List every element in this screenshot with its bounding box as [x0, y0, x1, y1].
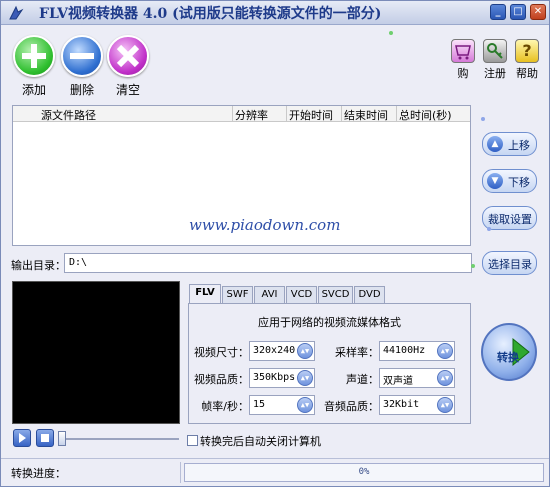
- dropdown-arrow-icon: ▲▼: [437, 370, 453, 386]
- add-label: 添加: [21, 83, 46, 97]
- file-list[interactable]: 源文件路径 分辨率 开始时间 结束时间 总时间(秒) www.piaodown.…: [12, 105, 471, 246]
- sparkle-decoration: [481, 117, 485, 121]
- video-preview: [12, 281, 180, 424]
- video-quality-value: 350Kbps: [253, 372, 296, 383]
- help-icon: ?: [515, 39, 539, 63]
- watermark-text: www.piaodown.com: [189, 216, 341, 234]
- video-quality-select[interactable]: 350Kbps ▲▼: [249, 368, 315, 388]
- cart-icon: [451, 39, 475, 63]
- app-logo-icon: [9, 5, 24, 20]
- dropdown-arrow-icon: ▲▼: [297, 370, 313, 386]
- fps-select[interactable]: 15 ▲▼: [249, 395, 315, 415]
- audio-quality-value: 32Kbit: [383, 399, 420, 410]
- video-size-label: 视频尺寸：: [194, 346, 249, 359]
- dropdown-arrow-icon: ▲▼: [437, 397, 453, 413]
- register-button[interactable]: 注册: [482, 39, 508, 81]
- sparkle-decoration: [389, 31, 393, 35]
- progress-bar: 0%: [184, 463, 544, 482]
- dropdown-arrow-icon: ▲▼: [437, 343, 453, 359]
- maximize-button[interactable]: □: [510, 4, 526, 20]
- format-description: 应用于网络的视频流媒体格式: [258, 316, 401, 329]
- x-icon: [107, 35, 149, 77]
- register-label: 注册: [484, 67, 506, 80]
- minimize-button[interactable]: _: [490, 4, 506, 20]
- dropdown-arrow-icon: ▲▼: [297, 397, 313, 413]
- stop-icon: [41, 434, 49, 442]
- column-header[interactable]: 结束时间: [344, 107, 388, 123]
- progress-label: 转换进度：: [11, 467, 66, 480]
- output-dir-label: 输出目录：: [11, 259, 66, 272]
- convert-button[interactable]: 转换: [481, 323, 537, 385]
- move-up-button[interactable]: ▲ 上移: [482, 132, 537, 156]
- clear-button[interactable]: 清空: [107, 35, 149, 98]
- delete-label: 删除: [69, 83, 94, 97]
- settings-panel: 应用于网络的视频流媒体格式 视频尺寸： 320x240 ▲▼ 视频品质： 350…: [188, 303, 471, 424]
- main-window: FLV视频转换器 4.0 (试用版只能转换源文件的一部分) _ □ ✕ 添加 删…: [0, 0, 550, 487]
- tab-vcd[interactable]: VCD: [286, 286, 317, 303]
- buy-label: 购: [457, 67, 469, 80]
- tab-flv[interactable]: FLV: [189, 284, 221, 303]
- status-divider: [180, 462, 181, 483]
- tab-avi[interactable]: AVI: [254, 286, 285, 303]
- sparkle-decoration: [471, 264, 475, 268]
- buy-button[interactable]: 购: [450, 39, 476, 81]
- choose-directory-button[interactable]: 选择目录: [482, 251, 537, 275]
- play-icon: [19, 433, 26, 443]
- help-label: 帮助: [516, 67, 538, 80]
- file-list-header: 源文件路径 分辨率 开始时间 结束时间 总时间(秒): [13, 106, 470, 122]
- sparkle-decoration: [487, 227, 491, 231]
- auto-shutdown-label[interactable]: 转换完后自动关闭计算机: [200, 433, 321, 449]
- progress-percent: 0%: [358, 467, 370, 477]
- channel-select[interactable]: 双声道 ▲▼: [379, 368, 455, 388]
- convert-label: 转换: [497, 351, 519, 364]
- seek-thumb[interactable]: [58, 431, 66, 446]
- tab-svcd[interactable]: SVCD: [318, 286, 353, 303]
- minus-icon: [61, 35, 103, 77]
- plus-icon: [13, 35, 55, 77]
- double-up-icon: ▲: [487, 136, 503, 152]
- fps-value: 15: [253, 399, 266, 410]
- delete-button[interactable]: 删除: [61, 35, 103, 98]
- help-button[interactable]: ? 帮助: [514, 39, 540, 81]
- channel-value: 双声道: [383, 376, 413, 387]
- column-header[interactable]: 分辨率: [235, 107, 268, 123]
- double-down-icon: ▼: [487, 173, 503, 189]
- crop-settings-button[interactable]: 裁取设置: [482, 206, 537, 230]
- column-header[interactable]: 总时间(秒): [399, 107, 452, 123]
- output-dir-field[interactable]: D:\: [64, 253, 472, 273]
- fps-label: 帧率/秒：: [201, 400, 249, 413]
- choose-directory-label: 选择目录: [488, 258, 532, 271]
- close-button[interactable]: ✕: [530, 4, 546, 20]
- video-quality-label: 视频品质：: [194, 373, 249, 386]
- sample-rate-select[interactable]: 44100Hz ▲▼: [379, 341, 455, 361]
- auto-shutdown-checkbox[interactable]: [187, 435, 198, 446]
- audio-quality-label: 音频品质：: [324, 400, 379, 413]
- video-size-select[interactable]: 320x240 ▲▼: [249, 341, 315, 361]
- play-button[interactable]: [13, 429, 31, 447]
- add-button[interactable]: 添加: [13, 35, 55, 98]
- key-icon: [483, 39, 507, 63]
- sample-rate-value: 44100Hz: [383, 345, 426, 356]
- tab-swf[interactable]: SWF: [222, 286, 253, 303]
- move-up-label: 上移: [508, 139, 530, 152]
- window-title: FLV视频转换器 4.0 (试用版只能转换源文件的一部分): [39, 6, 382, 22]
- tab-dvd[interactable]: DVD: [354, 286, 385, 303]
- move-down-button[interactable]: ▼ 下移: [482, 169, 537, 193]
- stop-button[interactable]: [36, 429, 54, 447]
- sample-rate-label: 采样率：: [335, 346, 379, 359]
- crop-settings-label: 裁取设置: [488, 213, 532, 226]
- title-bar[interactable]: FLV视频转换器 4.0 (试用版只能转换源文件的一部分) _ □ ✕: [1, 1, 549, 25]
- dropdown-arrow-icon: ▲▼: [297, 343, 313, 359]
- channel-label: 声道：: [346, 373, 379, 386]
- clear-label: 清空: [115, 83, 140, 97]
- column-header[interactable]: 开始时间: [289, 107, 333, 123]
- move-down-label: 下移: [508, 176, 530, 189]
- status-bar: 转换进度： 0%: [1, 458, 549, 486]
- seek-track[interactable]: [61, 438, 179, 440]
- audio-quality-select[interactable]: 32Kbit ▲▼: [379, 395, 455, 415]
- column-header[interactable]: 源文件路径: [41, 107, 96, 123]
- video-size-value: 320x240: [253, 345, 296, 356]
